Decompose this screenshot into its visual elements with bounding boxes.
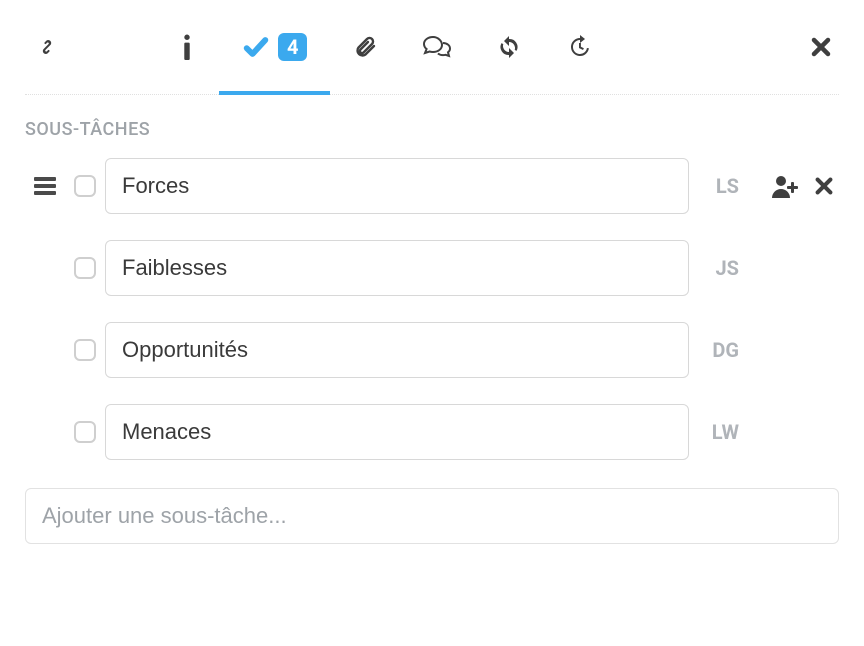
history-icon — [567, 35, 591, 59]
tab-attachments[interactable] — [330, 0, 400, 94]
tab-info[interactable] — [155, 0, 219, 94]
subtask-input[interactable] — [105, 322, 689, 378]
drag-handle[interactable] — [25, 176, 65, 196]
tab-bar: 4 — [25, 0, 839, 95]
assignee-initials[interactable]: LW — [689, 420, 749, 444]
assignee-initials[interactable]: LS — [689, 174, 749, 198]
bars-icon — [34, 176, 56, 196]
section-title: SOUS-TÂCHES — [25, 119, 839, 140]
info-icon — [178, 34, 196, 60]
delete-icon[interactable] — [813, 175, 835, 197]
link-icon — [35, 35, 59, 59]
tab-subtasks[interactable]: 4 — [219, 0, 330, 94]
assignee-initials[interactable]: DG — [689, 338, 749, 362]
tab-link[interactable] — [25, 0, 82, 94]
check-icon — [242, 33, 270, 61]
subtask-checkbox[interactable] — [74, 339, 96, 361]
close-icon — [809, 35, 833, 59]
subtask-row: LW — [25, 404, 839, 460]
subtask-count-badge: 4 — [278, 33, 307, 61]
add-user-icon[interactable] — [771, 174, 799, 198]
subtask-row: LS — [25, 158, 839, 214]
assignee-initials[interactable]: JS — [689, 256, 749, 280]
subtask-input[interactable] — [105, 158, 689, 214]
subtask-checkbox[interactable] — [74, 175, 96, 197]
paperclip-icon — [353, 35, 377, 59]
comments-icon — [423, 35, 451, 59]
tab-comments[interactable] — [400, 0, 474, 94]
subtask-input[interactable] — [105, 404, 689, 460]
tab-refresh[interactable] — [474, 0, 544, 94]
add-subtask-input[interactable] — [25, 488, 839, 544]
subtask-checkbox[interactable] — [74, 257, 96, 279]
subtask-input[interactable] — [105, 240, 689, 296]
tab-history[interactable] — [544, 0, 614, 94]
subtask-list: LS JS DG — [25, 158, 839, 460]
subtask-checkbox[interactable] — [74, 421, 96, 443]
subtask-row: JS — [25, 240, 839, 296]
close-button[interactable] — [786, 0, 839, 94]
refresh-icon — [497, 35, 521, 59]
subtask-row: DG — [25, 322, 839, 378]
